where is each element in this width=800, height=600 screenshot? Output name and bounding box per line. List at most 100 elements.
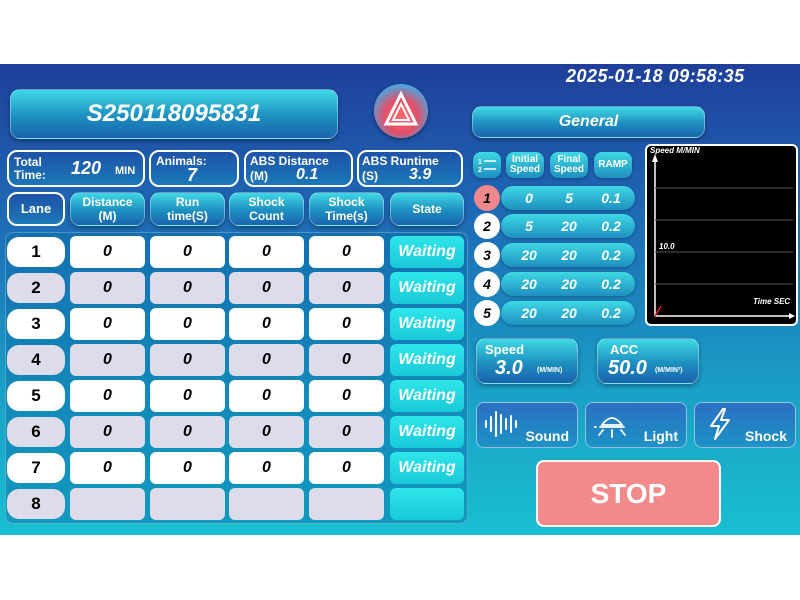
shock-count-cell: 0 — [229, 272, 304, 304]
shock-time-cell: 0 — [309, 380, 384, 412]
animals-box: Animals: 7 — [149, 150, 239, 187]
total-time-unit: MIN — [115, 165, 136, 177]
shock-button[interactable]: Shock — [694, 402, 796, 448]
light-label: Light — [643, 428, 678, 444]
segment-row[interactable]: 20 20 0.2 — [501, 301, 635, 325]
animals-label: Animals: — [156, 154, 207, 168]
state-cell: Waiting — [390, 344, 464, 376]
blank-area — [0, 535, 800, 600]
shock-count-cell: 0 — [229, 236, 304, 268]
abs-runtime-value: 3.9 — [409, 166, 432, 183]
speed-unit: (M/MIN) — [537, 367, 563, 374]
lane-button[interactable]: 8 — [7, 489, 65, 519]
shock-count-cell — [229, 488, 304, 520]
lightning-icon — [710, 408, 730, 440]
abs-distance-unit: (M) — [250, 169, 268, 183]
shock-time-cell: 0 — [309, 272, 384, 304]
sound-icon — [485, 411, 517, 437]
header-final-speed: Final Speed — [550, 152, 588, 178]
speed-display: Speed 3.0 (M/MIN) — [476, 338, 578, 384]
acc-unit: (M/MIN²) — [655, 367, 683, 374]
segment-row[interactable]: 20 20 0.2 — [501, 272, 635, 296]
distance-cell: 0 — [70, 308, 145, 340]
shock-count-cell: 0 — [229, 344, 304, 376]
lane-button[interactable]: 1 — [7, 237, 65, 267]
run-time-cell: 0 — [150, 416, 225, 448]
shock-time-cell — [309, 488, 384, 520]
mode-selector[interactable]: General — [472, 106, 705, 138]
header-ramp: RAMP — [594, 152, 632, 178]
segment-number-button[interactable]: 3 — [474, 242, 500, 268]
shock-time-cell: 0 — [309, 452, 384, 484]
total-time-label: Total Time: — [14, 155, 46, 182]
run-time-cell: 0 — [150, 344, 225, 376]
state-cell: Waiting — [390, 272, 464, 304]
lane-button[interactable]: 7 — [7, 453, 65, 483]
shock-count-cell: 0 — [229, 416, 304, 448]
sound-button[interactable]: Sound — [476, 402, 578, 448]
shock-time-cell: 0 — [309, 236, 384, 268]
segment-final-speed: 5 — [565, 190, 573, 206]
app-logo — [374, 84, 428, 138]
header-shock-time: Shock Time(s) — [309, 192, 384, 226]
state-cell: Waiting — [390, 308, 464, 340]
abs-runtime-box: ABS Runtime (S) 3.9 — [357, 150, 463, 187]
lane-button[interactable]: 2 — [7, 273, 65, 303]
distance-cell: 0 — [70, 344, 145, 376]
svg-text:1: 1 — [478, 159, 482, 166]
segment-ramp: 0.2 — [601, 305, 621, 321]
header-distance: Distance (M) — [70, 192, 145, 226]
app-screen: 2025-01-18 09:58:35 S250118095831 Genera… — [0, 64, 800, 535]
abs-distance-value: 0.1 — [296, 166, 319, 183]
header-state: State — [390, 192, 464, 226]
distance-cell — [70, 488, 145, 520]
segment-final-speed: 20 — [561, 276, 577, 292]
shock-count-cell: 0 — [229, 308, 304, 340]
lane-button[interactable]: 3 — [7, 309, 65, 339]
header-shock-count: Shock Count — [229, 192, 304, 226]
segment-ramp: 0.1 — [601, 190, 621, 206]
segment-row[interactable]: 0 5 0.1 — [501, 186, 635, 210]
speed-label: Speed — [485, 342, 525, 357]
acc-value: 50.0 — [608, 357, 647, 379]
run-time-cell — [150, 488, 225, 520]
segment-row[interactable]: 20 20 0.2 — [501, 243, 635, 267]
shock-time-cell: 0 — [309, 344, 384, 376]
run-time-cell: 0 — [150, 236, 225, 268]
distance-cell: 0 — [70, 380, 145, 412]
lane-button[interactable]: 6 — [7, 417, 65, 447]
run-time-cell: 0 — [150, 272, 225, 304]
shock-time-cell: 0 — [309, 416, 384, 448]
run-time-cell: 0 — [150, 380, 225, 412]
lane-button[interactable]: 5 — [7, 381, 65, 411]
shock-label: Shock — [744, 428, 787, 444]
segment-number-button[interactable]: 5 — [474, 300, 500, 326]
segment-initial-speed: 20 — [521, 305, 537, 321]
sound-label: Sound — [525, 428, 569, 444]
shock-count-cell: 0 — [229, 380, 304, 412]
header-run-time: Run time(S) — [150, 192, 225, 226]
segment-number-button[interactable]: 4 — [474, 271, 500, 297]
segment-ramp: 0.2 — [601, 276, 621, 292]
lane-button[interactable]: 4 — [7, 345, 65, 375]
header-lane: Lane — [7, 192, 65, 226]
abs-runtime-unit: (S) — [362, 169, 378, 183]
segment-number-button[interactable]: 1 — [474, 185, 500, 211]
light-icon — [594, 417, 626, 438]
header-initial-speed: Initial Speed — [506, 152, 544, 178]
speed-value: 3.0 — [495, 357, 523, 379]
stop-button[interactable]: STOP — [536, 460, 721, 527]
light-button[interactable]: Light — [585, 402, 687, 448]
shock-count-cell: 0 — [229, 452, 304, 484]
state-cell: Waiting — [390, 380, 464, 412]
segment-number-button[interactable]: 2 — [474, 213, 500, 239]
serial-number-field[interactable]: S250118095831 — [10, 89, 338, 139]
segment-final-speed: 20 — [561, 305, 577, 321]
segment-initial-speed: 20 — [521, 276, 537, 292]
segment-row[interactable]: 5 20 0.2 — [501, 214, 635, 238]
segment-list-icon[interactable]: 12 — [473, 152, 501, 178]
segment-ramp: 0.2 — [601, 247, 621, 263]
shock-time-cell: 0 — [309, 308, 384, 340]
animals-value: 7 — [187, 165, 198, 185]
state-cell: Waiting — [390, 452, 464, 484]
